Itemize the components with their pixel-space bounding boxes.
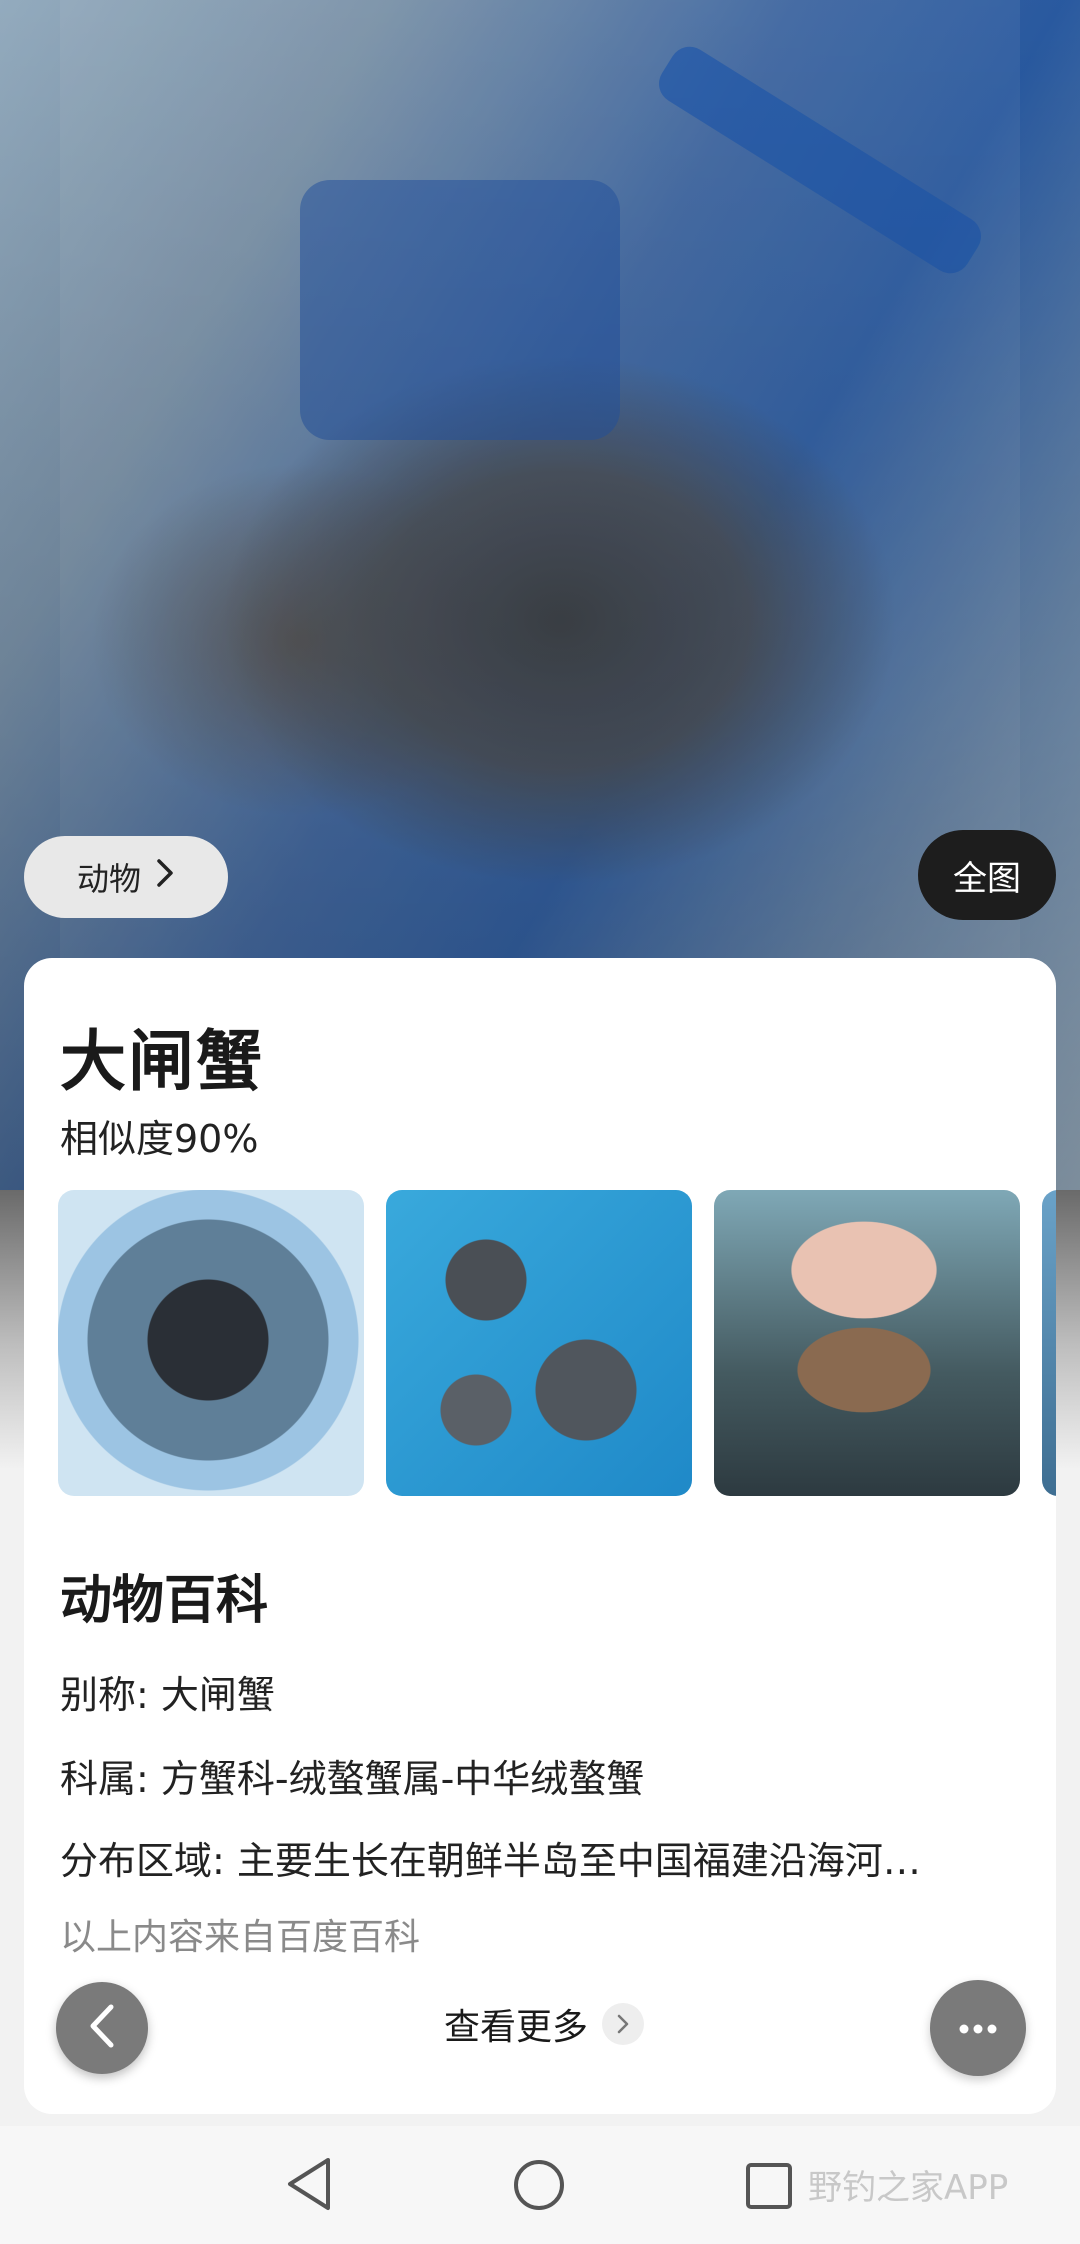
category-label: 动物 xyxy=(76,860,141,898)
result-title: 大闸蟹 xyxy=(60,1023,264,1100)
reference-thumbnail[interactable] xyxy=(386,1190,692,1496)
more-dots-icon xyxy=(958,2019,998,2038)
encyclopedia-heading: 动物百科 xyxy=(60,1571,269,1631)
nav-home-icon[interactable] xyxy=(512,2158,566,2216)
source-note: 以上内容来自百度百科 xyxy=(60,1917,421,1958)
chevron-right-icon xyxy=(155,857,175,897)
back-button[interactable] xyxy=(56,1982,148,2074)
thumbnail-strip[interactable] xyxy=(58,1190,1056,1500)
family-line: 科属: 方蟹科-绒螯蟹属-中华绒螯蟹 xyxy=(60,1757,645,1801)
chevron-right-icon xyxy=(602,2003,645,2045)
distribution-line: 分布区域: 主要生长在朝鲜半岛至中国福建沿海河… xyxy=(60,1839,921,1883)
app-watermark: 野钓之家APP xyxy=(808,2168,1009,2208)
full-image-button[interactable]: 全图 xyxy=(918,830,1056,920)
see-more-link[interactable]: 查看更多 xyxy=(444,1998,645,2050)
more-options-button[interactable] xyxy=(930,1980,1026,2076)
nav-recent-icon[interactable] xyxy=(745,2162,793,2214)
reference-thumbnail[interactable] xyxy=(58,1190,364,1496)
system-navigation-bar: 野钓之家APP xyxy=(0,2126,1080,2244)
see-more-label: 查看更多 xyxy=(444,2007,589,2048)
back-arrow-icon xyxy=(85,2001,119,2055)
reference-thumbnail[interactable] xyxy=(1042,1190,1056,1496)
category-chip[interactable]: 动物 xyxy=(24,836,228,918)
reference-thumbnail[interactable] xyxy=(714,1190,1020,1496)
alias-line: 别称: 大闸蟹 xyxy=(60,1673,275,1717)
result-card: 大闸蟹 相似度90% 动物百科 别称: 大闸蟹 科属: 方蟹科-绒螯蟹属-中华绒… xyxy=(24,958,1056,2114)
similarity-score: 相似度90% xyxy=(60,1117,259,1161)
nav-back-icon[interactable] xyxy=(284,2156,334,2216)
full-image-label: 全图 xyxy=(953,858,1021,899)
